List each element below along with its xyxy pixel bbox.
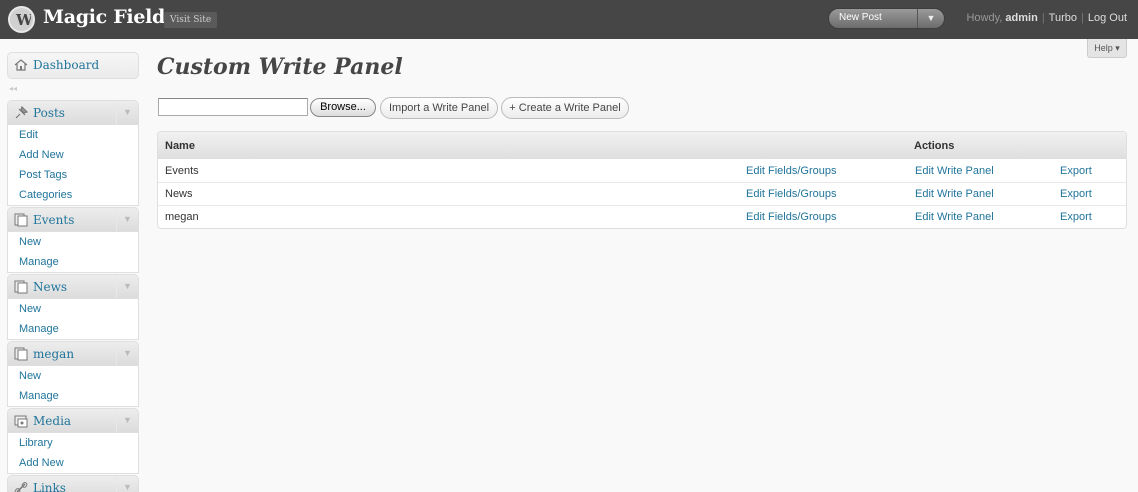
expand-arrow-icon[interactable]: ▼	[116, 101, 138, 124]
sidebar-item-posts[interactable]: Posts ▼	[7, 100, 139, 125]
help-tab[interactable]: Help ▾	[1087, 39, 1127, 58]
expand-arrow-icon[interactable]: ▼	[116, 342, 138, 365]
export-link[interactable]: Export	[1060, 165, 1092, 177]
edit-write-panel-link[interactable]: Edit Write Panel	[915, 165, 994, 177]
separator: |	[1041, 12, 1045, 24]
table-row: News Edit Fields/Groups Edit Write Panel…	[158, 183, 1126, 206]
edit-fields-groups-link[interactable]: Edit Fields/Groups	[746, 188, 836, 200]
expand-arrow-icon[interactable]: ▼	[116, 409, 138, 432]
sidebar-item-label[interactable]: Dashboard	[33, 58, 99, 72]
row-name: megan	[165, 211, 199, 223]
table-row: Events Edit Fields/Groups Edit Write Pan…	[158, 160, 1126, 183]
pages-icon	[14, 280, 28, 294]
sidebar-item-events[interactable]: Events ▼	[7, 207, 139, 232]
submenu-item-manage[interactable]: Manage	[8, 386, 138, 406]
house-icon	[14, 59, 28, 71]
collapse-arrows-icon[interactable]: ◂◂	[9, 84, 17, 93]
wordpress-logo-icon[interactable]: W	[8, 6, 35, 33]
submenu-item-categories[interactable]: Categories	[8, 185, 138, 205]
submenu-item-edit[interactable]: Edit	[8, 125, 138, 145]
link-icon	[14, 482, 28, 492]
expand-arrow-icon[interactable]: ▼	[116, 208, 138, 231]
submenu-item-add-new[interactable]: Add New	[8, 145, 138, 165]
submenu-item-new[interactable]: New	[8, 299, 138, 319]
sidebar-item-links[interactable]: Links ▼	[7, 475, 139, 492]
row-name: News	[165, 188, 193, 200]
sidebar-item-media[interactable]: Media ▼	[7, 408, 139, 433]
write-panel-table: Name Actions Events Edit Fields/Groups E…	[157, 131, 1127, 229]
export-link[interactable]: Export	[1060, 188, 1092, 200]
chevron-down-icon[interactable]: ▼	[917, 9, 944, 28]
media-icon	[14, 415, 28, 428]
create-write-panel-button[interactable]: + Create a Write Panel	[501, 97, 629, 119]
column-header-name: Name	[165, 140, 195, 152]
svg-text:W: W	[15, 11, 31, 29]
table-row: megan Edit Fields/Groups Edit Write Pane…	[158, 206, 1126, 228]
pushpin-icon	[15, 106, 28, 119]
submenu-item-new[interactable]: New	[8, 232, 138, 252]
turbo-link[interactable]: Turbo	[1049, 12, 1077, 24]
column-header-actions: Actions	[914, 140, 955, 152]
sidebar-item-dashboard[interactable]: Dashboard	[7, 52, 139, 79]
sidebar-item-label[interactable]: Media	[33, 414, 71, 428]
submenu-item-manage[interactable]: Manage	[8, 319, 138, 339]
submenu-item-manage[interactable]: Manage	[8, 252, 138, 272]
edit-write-panel-link[interactable]: Edit Write Panel	[915, 211, 994, 223]
username-link[interactable]: admin	[1005, 12, 1037, 24]
file-input[interactable]	[158, 98, 308, 116]
site-title[interactable]: Magic Fields	[43, 6, 176, 28]
expand-arrow-icon[interactable]: ▼	[116, 476, 138, 492]
submenu-media: Library Add New	[7, 433, 139, 474]
admin-header: W Magic Fields Visit Site New Post ▼ How…	[0, 0, 1138, 39]
sidebar-item-label[interactable]: News	[33, 280, 67, 294]
export-link[interactable]: Export	[1060, 211, 1092, 223]
submenu-megan: New Manage	[7, 366, 139, 407]
submenu-news: New Manage	[7, 299, 139, 340]
edit-write-panel-link[interactable]: Edit Write Panel	[915, 188, 994, 200]
sidebar-item-label[interactable]: Posts	[33, 106, 65, 120]
expand-arrow-icon[interactable]: ▼	[116, 275, 138, 298]
edit-fields-groups-link[interactable]: Edit Fields/Groups	[746, 165, 836, 177]
browse-button[interactable]: Browse...	[310, 98, 376, 117]
sidebar-item-label[interactable]: Events	[33, 213, 74, 227]
sidebar-item-megan[interactable]: megan ▼	[7, 341, 139, 366]
page-title: Custom Write Panel	[157, 54, 403, 80]
pages-icon	[14, 213, 28, 227]
new-post-label[interactable]: New Post	[839, 12, 882, 23]
submenu-item-add-new[interactable]: Add New	[8, 453, 138, 473]
sidebar-item-news[interactable]: News ▼	[7, 274, 139, 299]
help-label[interactable]: Help	[1094, 43, 1113, 53]
greeting-text: Howdy,	[966, 12, 1003, 24]
submenu-events: New Manage	[7, 232, 139, 273]
separator: |	[1081, 12, 1084, 24]
import-write-panel-button[interactable]: Import a Write Panel	[380, 97, 498, 119]
submenu-item-new[interactable]: New	[8, 366, 138, 386]
pages-icon	[14, 347, 28, 361]
new-post-dropdown[interactable]: New Post ▼	[828, 8, 945, 29]
table-header: Name Actions	[158, 132, 1126, 159]
visit-site-button[interactable]: Visit Site	[164, 12, 218, 28]
sidebar-item-label[interactable]: Links	[33, 481, 66, 492]
submenu-item-library[interactable]: Library	[8, 433, 138, 453]
user-greeting: Howdy, admin | Turbo | Log Out	[966, 12, 1127, 24]
submenu-posts: Edit Add New Post Tags Categories	[7, 125, 139, 206]
logout-link[interactable]: Log Out	[1088, 12, 1127, 24]
edit-fields-groups-link[interactable]: Edit Fields/Groups	[746, 211, 836, 223]
sidebar-item-label[interactable]: megan	[33, 347, 74, 361]
row-name: Events	[165, 165, 199, 177]
submenu-item-post-tags[interactable]: Post Tags	[8, 165, 138, 185]
